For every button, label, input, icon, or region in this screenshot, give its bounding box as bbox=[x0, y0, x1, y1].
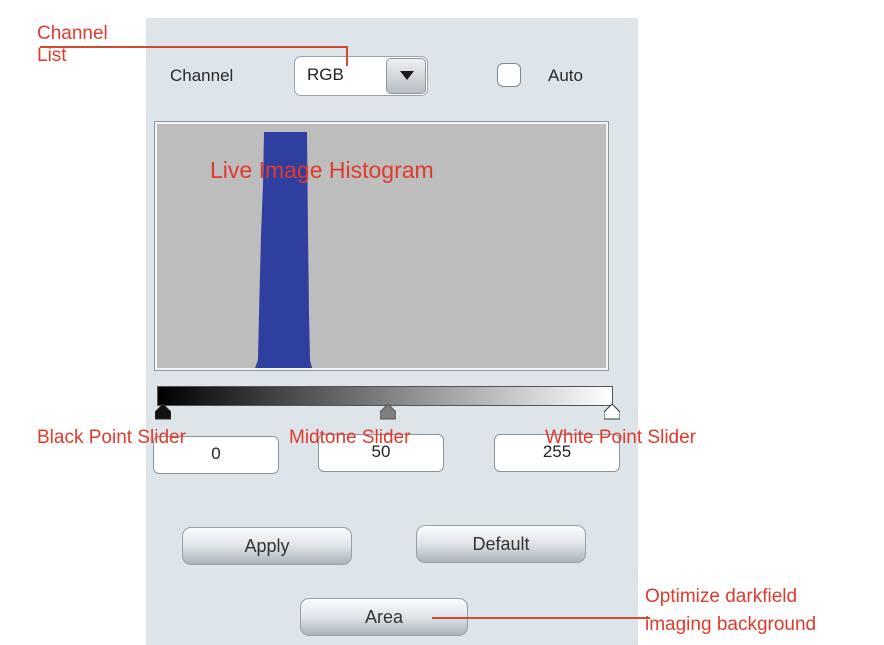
white-point-slider[interactable] bbox=[604, 404, 620, 420]
annotation-channel-list-line2: List bbox=[37, 45, 67, 66]
auto-label: Auto bbox=[548, 66, 583, 85]
annotation-area-line1: Optimize darkfield bbox=[645, 586, 798, 607]
annotation-white-point: White Point Slider bbox=[545, 427, 697, 448]
annotation-area-leader bbox=[432, 617, 650, 619]
annotation-histogram: Live Image Histogram bbox=[210, 157, 434, 183]
annotation-black-point: Black Point Slider bbox=[37, 427, 186, 448]
auto-checkbox[interactable] bbox=[497, 63, 521, 87]
channel-dropdown-value: RGB bbox=[307, 65, 344, 84]
default-button[interactable]: Default bbox=[416, 525, 586, 563]
midtone-slider[interactable] bbox=[380, 404, 396, 420]
tonal-gradient-bar bbox=[157, 386, 613, 406]
apply-button[interactable]: Apply bbox=[182, 527, 352, 565]
chevron-down-icon bbox=[400, 71, 414, 80]
channel-dropdown-button[interactable] bbox=[386, 58, 426, 94]
annotation-area-line2: imaging background bbox=[645, 614, 817, 635]
annotation-midtone: Midtone Slider bbox=[289, 427, 411, 448]
annotation-channel-list-leader-drop bbox=[346, 46, 348, 66]
channel-label: Channel bbox=[170, 66, 234, 85]
annotation-channel-list-leader bbox=[40, 46, 348, 48]
annotation-channel-list-line1: Channel bbox=[37, 23, 108, 44]
black-point-slider[interactable] bbox=[155, 404, 171, 420]
